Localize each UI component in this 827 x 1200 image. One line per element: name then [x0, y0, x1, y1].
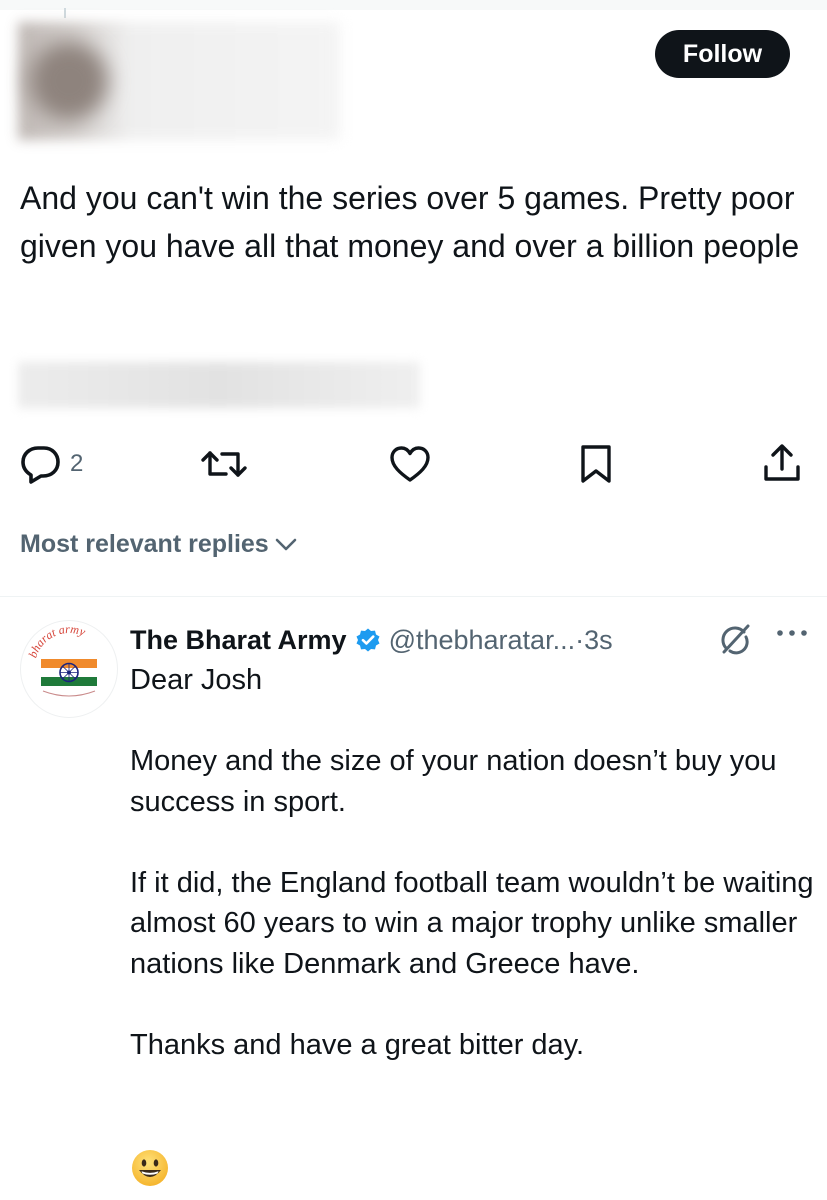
- section-divider: [0, 596, 827, 597]
- tweet-meta-blurred: [18, 362, 420, 408]
- replies-sort-label: Most relevant replies: [20, 530, 269, 558]
- bookmark-icon: [579, 444, 613, 484]
- reply-icon: [20, 444, 62, 484]
- tweet-text: And you can't win the series over 5 game…: [20, 180, 800, 264]
- share-icon: [762, 442, 802, 484]
- reply-timestamp[interactable]: 3s: [584, 625, 613, 656]
- top-strip: [0, 0, 827, 10]
- author-avatar-blurred[interactable]: [30, 42, 108, 120]
- reply-avatar[interactable]: bharat army: [20, 620, 118, 718]
- more-icon[interactable]: [775, 626, 809, 644]
- like-button[interactable]: [388, 444, 432, 484]
- retweet-button[interactable]: [200, 444, 248, 484]
- bookmark-button[interactable]: [579, 444, 613, 484]
- reply-count: 2: [70, 450, 84, 477]
- reply-separator: ·: [575, 624, 585, 655]
- chevron-down-icon: [275, 530, 297, 559]
- reply-author-handle[interactable]: @thebharatar...: [389, 625, 576, 656]
- reply-author-name[interactable]: The Bharat Army: [130, 625, 347, 656]
- verified-badge-icon: [355, 627, 381, 653]
- bharat-army-logo: bharat army: [26, 622, 97, 697]
- thread-line: [64, 8, 66, 18]
- retweet-icon: [200, 444, 248, 484]
- reply-header: The Bharat Army @thebharatar... · 3s: [130, 618, 820, 662]
- grok-icon[interactable]: [718, 622, 752, 661]
- follow-button[interactable]: Follow: [655, 30, 790, 78]
- svg-text:bharat army: bharat army: [26, 622, 88, 660]
- tweet-action-bar: 2: [0, 438, 827, 488]
- replies-sort-dropdown[interactable]: Most relevant replies: [20, 530, 297, 559]
- heart-icon: [388, 444, 432, 484]
- share-button[interactable]: [762, 442, 802, 484]
- reply-text: Dear Josh Money and the size of your nat…: [130, 664, 814, 1061]
- reply-button[interactable]: 2: [20, 444, 83, 484]
- grinning-face-emoji: 😀: [130, 1148, 170, 1188]
